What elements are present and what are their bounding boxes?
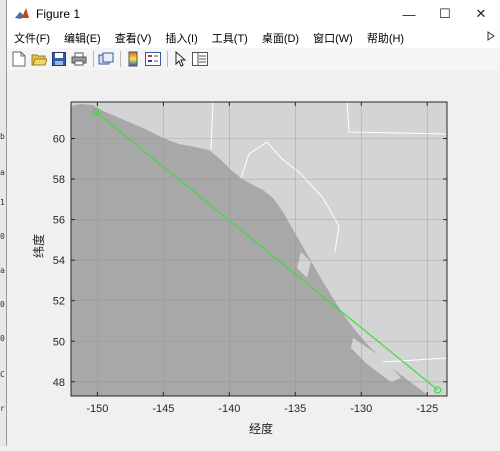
toolbar bbox=[7, 48, 500, 71]
strip-char: a bbox=[0, 266, 5, 275]
y-tick-label: 60 bbox=[53, 133, 65, 145]
pointer-icon[interactable] bbox=[171, 50, 189, 68]
strip-char: 0 bbox=[0, 232, 5, 241]
x-tick-label: -135 bbox=[284, 403, 306, 415]
map-axes[interactable]: -150 -145 -140 -135 -130 -125 48 50 52 54 56 58 60 经… bbox=[7, 70, 500, 446]
menu-edit[interactable]: 编辑(E) bbox=[57, 30, 108, 46]
dock-arrow-icon[interactable] bbox=[486, 31, 496, 41]
link-plot-icon[interactable] bbox=[97, 50, 115, 68]
toolbar-separator bbox=[120, 51, 121, 67]
matlab-logo-icon bbox=[14, 6, 30, 22]
x-tick-label: -130 bbox=[350, 403, 372, 415]
x-tick-label: -145 bbox=[152, 403, 174, 415]
toolbar-separator bbox=[93, 51, 94, 67]
x-tick-label: -125 bbox=[416, 403, 438, 415]
minimize-button[interactable]: — bbox=[391, 0, 427, 28]
menu-tools[interactable]: 工具(T) bbox=[205, 30, 255, 46]
menu-file[interactable]: 文件(F) bbox=[7, 30, 57, 46]
y-tick-label: 52 bbox=[53, 296, 65, 308]
property-editor-icon[interactable] bbox=[191, 50, 209, 68]
y-tick-label: 54 bbox=[53, 255, 65, 267]
menu-help[interactable]: 帮助(H) bbox=[360, 30, 411, 46]
maximize-button[interactable]: ☐ bbox=[427, 0, 463, 28]
menu-desktop[interactable]: 桌面(D) bbox=[255, 30, 306, 46]
x-tick-label: -140 bbox=[218, 403, 240, 415]
y-tick-label: 58 bbox=[53, 174, 65, 186]
window-title: Figure 1 bbox=[36, 7, 81, 21]
print-icon[interactable] bbox=[70, 50, 88, 68]
strip-char: C bbox=[0, 370, 5, 379]
open-icon[interactable] bbox=[30, 50, 48, 68]
figure-canvas: -150 -145 -140 -135 -130 -125 48 50 52 54 56 58 60 经… bbox=[7, 70, 500, 446]
y-tick-label: 48 bbox=[53, 377, 65, 389]
legend-icon[interactable] bbox=[144, 50, 162, 68]
x-tick-label: -150 bbox=[86, 403, 108, 415]
x-axis-label: 经度 bbox=[249, 421, 273, 436]
strip-char: 0 bbox=[0, 334, 5, 343]
strip-char: b bbox=[0, 132, 5, 141]
y-tick-label: 50 bbox=[53, 336, 65, 348]
strip-char: 1 bbox=[0, 198, 5, 207]
title-bar[interactable]: Figure 1 — ☐ ✕ bbox=[7, 0, 500, 28]
menu-bar: 文件(F) 编辑(E) 查看(V) 插入(I) 工具(T) 桌面(D) 窗口(W… bbox=[7, 28, 500, 48]
toolbar-separator bbox=[167, 51, 168, 67]
new-figure-icon[interactable] bbox=[10, 50, 28, 68]
y-tick-label: 56 bbox=[53, 215, 65, 227]
figure-window: Figure 1 — ☐ ✕ 文件(F) 编辑(E) 查看(V) 插入(I) 工… bbox=[6, 0, 500, 446]
save-icon[interactable] bbox=[50, 50, 68, 68]
close-button[interactable]: ✕ bbox=[463, 0, 499, 28]
strip-char: 0 bbox=[0, 300, 5, 309]
y-axis-label: 纬度 bbox=[31, 234, 46, 258]
menu-view[interactable]: 查看(V) bbox=[108, 30, 159, 46]
strip-char: a bbox=[0, 168, 5, 177]
strip-char: r bbox=[0, 404, 5, 413]
menu-insert[interactable]: 插入(I) bbox=[158, 30, 204, 46]
menu-window[interactable]: 窗口(W) bbox=[306, 30, 360, 46]
colorbar-icon[interactable] bbox=[124, 50, 142, 68]
